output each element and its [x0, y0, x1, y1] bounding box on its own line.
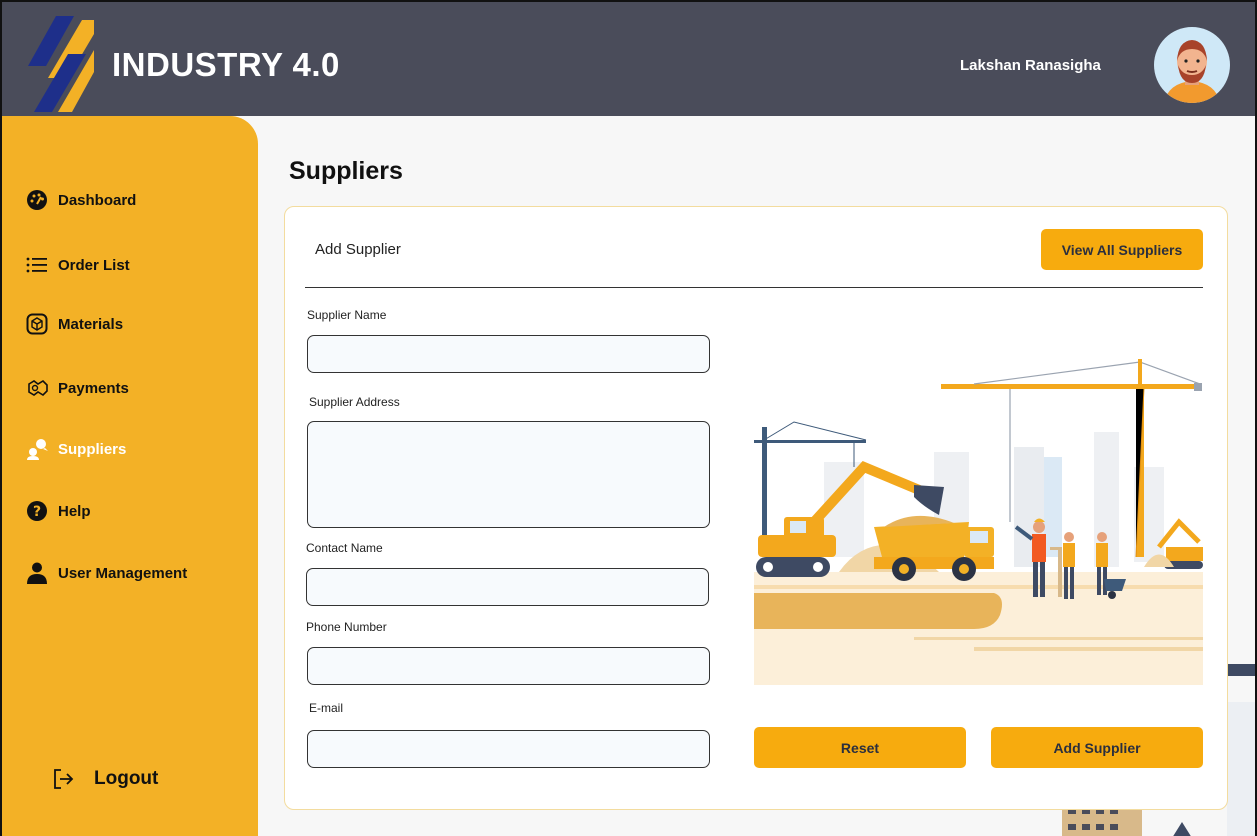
sidebar-item-label: User Management [58, 564, 188, 582]
box-icon [26, 313, 48, 335]
sidebar-item-help[interactable]: ? Help [26, 500, 91, 522]
phone-number-label: Phone Number [306, 620, 387, 634]
sidebar-item-user-management[interactable]: User Management [26, 562, 187, 584]
supplier-name-input[interactable] [307, 335, 710, 373]
sidebar: Dashboard Order List Materials Payments [2, 116, 258, 836]
sidebar-item-materials[interactable]: Materials [26, 313, 123, 335]
avatar[interactable] [1154, 27, 1230, 103]
sidebar-item-suppliers[interactable]: Suppliers [26, 438, 126, 460]
app-window: INDUSTRY 4.0 Lakshan Ranasigha Dashboard… [0, 0, 1257, 836]
sidebar-item-label: Suppliers [58, 440, 127, 458]
logout-button[interactable]: Logout [52, 768, 158, 790]
page-title: Suppliers [289, 157, 403, 185]
card-title: Add Supplier [315, 241, 401, 258]
logout-icon [54, 769, 74, 789]
gauge-icon [27, 190, 47, 210]
suppliers-icon [27, 439, 48, 460]
contact-name-input[interactable] [306, 568, 709, 606]
view-all-suppliers-button[interactable]: View All Suppliers [1041, 229, 1203, 270]
divider [305, 287, 1203, 288]
email-input[interactable] [307, 730, 710, 768]
sidebar-item-label: Payments [58, 379, 129, 397]
email-label: E-mail [309, 701, 344, 715]
phone-number-input[interactable] [307, 647, 710, 685]
sidebar-item-label: Materials [58, 315, 124, 333]
svg-text:?: ? [33, 504, 41, 520]
add-supplier-button[interactable]: Add Supplier [991, 727, 1203, 768]
industry-logo-icon [28, 16, 94, 112]
supplier-address-label: Supplier Address [309, 395, 400, 409]
avatar-face-icon [1164, 40, 1220, 103]
user-name: Lakshan Ranasigha [960, 57, 1101, 74]
logout-label: Logout [94, 768, 159, 789]
list-icon [26, 257, 47, 273]
help-icon: ? [27, 501, 47, 521]
contact-name-label: Contact Name [306, 541, 383, 555]
sidebar-item-label: Help [58, 502, 91, 520]
add-supplier-card: Add Supplier View All Suppliers Supplier… [284, 206, 1228, 810]
sidebar-item-payments[interactable]: Payments [26, 377, 129, 399]
construction-illustration [754, 357, 1203, 685]
brand-title: INDUSTRY 4.0 [112, 46, 340, 83]
supplier-name-label: Supplier Name [307, 308, 387, 322]
sidebar-item-order-list[interactable]: Order List [26, 254, 130, 276]
reset-button[interactable]: Reset [754, 727, 966, 768]
supplier-address-input[interactable] [307, 421, 710, 528]
sidebar-item-dashboard[interactable]: Dashboard [26, 189, 136, 211]
money-icon [28, 379, 48, 397]
user-icon [27, 562, 47, 584]
top-header: INDUSTRY 4.0 Lakshan Ranasigha [2, 2, 1255, 116]
sidebar-item-label: Dashboard [58, 191, 137, 209]
sidebar-item-label: Order List [58, 256, 130, 274]
